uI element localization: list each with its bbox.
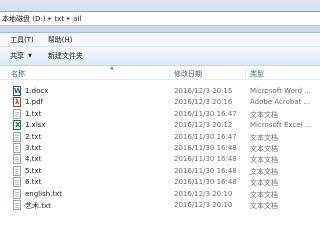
file-name: 5.txt bbox=[25, 166, 42, 175]
chevron-down-icon: ▼ bbox=[28, 53, 32, 59]
file-date: 2016/12/3 20:15 bbox=[174, 87, 233, 95]
file-date: 2016/11/30 16:47 bbox=[174, 132, 237, 141]
list-item[interactable]: 1.pdf 2016/12/3 20:16 Adobe Acrobat ... bbox=[0, 97, 320, 108]
file-date: 2016/12/3 20:12 bbox=[174, 121, 233, 130]
file-name: 6.txt bbox=[25, 178, 42, 187]
file-date: 2016/11/30 16:47 bbox=[174, 109, 237, 118]
file-date: 2016/11/30 16:48 bbox=[174, 155, 237, 164]
pdf-file-icon bbox=[13, 97, 21, 108]
file-name: 1.txt bbox=[25, 109, 42, 118]
column-type[interactable]: 类型 bbox=[250, 69, 264, 79]
breadcrumb-txt[interactable]: txt bbox=[54, 15, 64, 23]
menu-help[interactable]: 帮助(H) bbox=[48, 35, 73, 45]
txt-file-icon bbox=[13, 142, 21, 153]
share-button[interactable]: 共享 ▼ bbox=[10, 51, 32, 61]
file-name: 1.pdf bbox=[25, 98, 44, 107]
txt-file-icon bbox=[13, 199, 21, 210]
file-name: 1.xlsx bbox=[25, 121, 46, 130]
txt-file-icon bbox=[13, 154, 21, 165]
file-name: english.txt bbox=[25, 189, 63, 198]
file-date: 2016/11/30 16:48 bbox=[174, 178, 237, 187]
txt-file-icon bbox=[13, 108, 21, 119]
file-date: 2016/12/3 20:16 bbox=[174, 98, 233, 107]
file-name: 艺术.txt bbox=[25, 201, 51, 210]
file-type: 文本文档 bbox=[250, 190, 278, 199]
file-type: Microsoft Excel ... bbox=[250, 121, 312, 130]
txt-file-icon bbox=[13, 188, 21, 199]
chevron-right-icon[interactable]: ▸ bbox=[48, 15, 51, 22]
sort-ascending-icon: ▲ bbox=[110, 65, 114, 71]
breadcrumb-drive-d[interactable]: 本地磁盘 (D:) bbox=[2, 14, 45, 24]
file-type: Adobe Acrobat ... bbox=[250, 98, 311, 107]
list-item[interactable]: 艺术.txt 2016/12/3 20:10 文本文档 bbox=[0, 199, 320, 211]
file-type: 文本文档 bbox=[250, 133, 278, 142]
file-type: 文本文档 bbox=[250, 167, 278, 176]
address-bar-area: 本地磁盘 (D:) ▸ txt ▸ all bbox=[0, 0, 320, 33]
address-bar[interactable]: 本地磁盘 (D:) ▸ txt ▸ all bbox=[0, 11, 320, 26]
new-folder-label: 新建文件夹 bbox=[47, 52, 83, 60]
txt-file-icon bbox=[13, 165, 21, 176]
txt-file-icon bbox=[13, 177, 21, 188]
file-type: 文本文档 bbox=[250, 179, 278, 188]
txt-file-icon bbox=[13, 131, 21, 142]
column-name[interactable]: 名称 bbox=[11, 69, 25, 79]
new-folder-button[interactable]: 新建文件夹 bbox=[48, 51, 83, 61]
column-date[interactable]: 修改日期 bbox=[174, 69, 202, 79]
file-type: 文本文档 bbox=[250, 144, 278, 153]
list-item[interactable]: 3.txt 2016/11/30 16:48 文本文档 bbox=[0, 142, 320, 154]
file-type: 文本文档 bbox=[250, 110, 278, 119]
file-name: 2.txt bbox=[25, 132, 42, 141]
chevron-right-icon[interactable]: ▸ bbox=[67, 15, 70, 22]
list-item[interactable]: 4.txt 2016/11/30 16:48 文本文档 bbox=[0, 154, 320, 165]
command-bar: 共享 ▼ 新建文件夹 bbox=[0, 47, 320, 66]
file-type: Microsoft Word ... bbox=[250, 87, 311, 95]
docx-file-icon bbox=[13, 86, 22, 96]
file-date: 2016/12/3 20:10 bbox=[174, 200, 233, 209]
list-item[interactable]: 1.txt 2016/11/30 16:47 文本文档 bbox=[0, 108, 320, 120]
list-item[interactable]: 1.docx 2016/12/3 20:15 Microsoft Word ... bbox=[0, 86, 320, 97]
column-header: 名称 ▲ 修改日期 类型 bbox=[0, 65, 320, 80]
list-item[interactable]: 2.txt 2016/11/30 16:47 文本文档 bbox=[0, 131, 320, 143]
list-item[interactable]: english.txt 2016/12/3 20:10 文本文档 bbox=[0, 188, 320, 200]
menu-bar: 工具(T) 帮助(H) bbox=[0, 33, 320, 47]
list-item[interactable]: 5.txt 2016/11/30 16:48 文本文档 bbox=[0, 165, 320, 177]
file-date: 2016/11/30 16:48 bbox=[174, 143, 237, 152]
file-name: 1.docx bbox=[25, 87, 49, 95]
file-name: 4.txt bbox=[25, 155, 42, 164]
column-divider[interactable] bbox=[245, 68, 246, 78]
file-date: 2016/12/3 20:10 bbox=[174, 189, 233, 198]
file-name: 3.txt bbox=[25, 143, 42, 152]
file-type: 文本文档 bbox=[250, 156, 278, 165]
xlsx-file-icon bbox=[13, 120, 21, 131]
list-item[interactable]: 1.xlsx 2016/12/3 20:12 Microsoft Excel ... bbox=[0, 120, 320, 131]
column-divider[interactable] bbox=[169, 68, 170, 78]
file-list: 1.docx2016/12/3 20:15Microsoft Word ...1… bbox=[0, 86, 320, 211]
menu-tools[interactable]: 工具(T) bbox=[10, 35, 34, 45]
breadcrumb-all[interactable]: all bbox=[73, 15, 81, 23]
file-type: 文本文档 bbox=[250, 201, 278, 210]
file-date: 2016/11/30 16:48 bbox=[174, 166, 237, 175]
list-item[interactable]: 6.txt 2016/11/30 16:48 文本文档 bbox=[0, 177, 320, 188]
share-label: 共享 bbox=[10, 52, 24, 60]
